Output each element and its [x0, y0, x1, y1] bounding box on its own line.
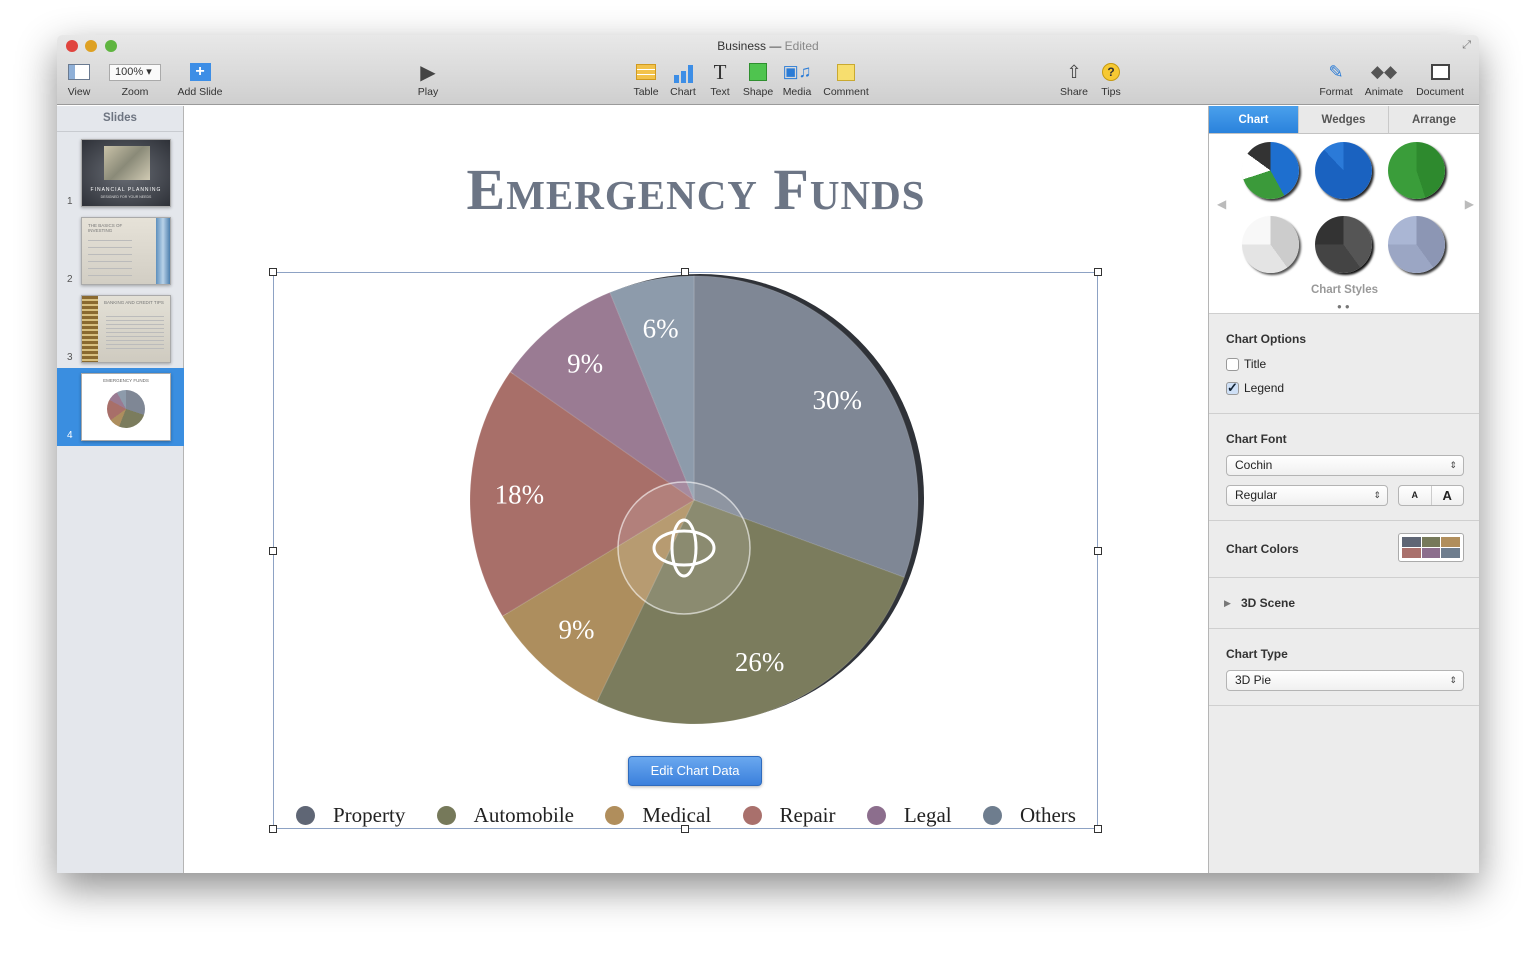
comment-button[interactable]: Comment [816, 61, 876, 98]
plus-icon: + [189, 63, 211, 81]
color-swatch [1402, 548, 1421, 558]
chart-style-4[interactable] [1242, 216, 1299, 273]
legend-label: Legal [903, 803, 952, 827]
chart-style-6[interactable] [1388, 216, 1445, 273]
slides-header: Slides [57, 106, 183, 132]
slide-thumbnail-3[interactable]: Banking and Credit Tips [81, 295, 171, 363]
title-checkbox[interactable] [1226, 358, 1239, 371]
legend-swatch [742, 806, 762, 825]
resize-handle[interactable] [269, 268, 277, 276]
chart-style-1[interactable] [1242, 142, 1299, 199]
chart-colors-section: Chart Colors [1209, 521, 1479, 578]
legend-label: Property [333, 803, 406, 827]
legend-checkbox[interactable]: ✓ [1226, 381, 1239, 395]
previous-arrow-icon[interactable]: ◀ [1217, 197, 1226, 211]
resize-handle[interactable] [269, 547, 277, 555]
data-label: 26% [735, 647, 785, 677]
chart-options-section: Chart Options Title ✓ Legend [1209, 315, 1479, 414]
resize-handle[interactable] [1094, 268, 1102, 276]
resize-handle[interactable] [269, 825, 277, 833]
chart-style-5[interactable] [1315, 216, 1372, 273]
legend-label: Medical [642, 803, 712, 827]
color-swatch [1421, 537, 1441, 547]
chart-type-select[interactable]: 3D Pie ⇕ [1226, 670, 1464, 691]
increase-font-button[interactable]: A [1432, 486, 1464, 505]
data-label: 30% [813, 385, 863, 415]
color-swatch [1421, 548, 1441, 558]
legend-swatch [436, 806, 456, 825]
document-button[interactable]: Document [1410, 61, 1470, 98]
data-label: 9% [559, 614, 595, 644]
legend-item[interactable]: Automobile [436, 803, 574, 828]
slide-thumbnail-4[interactable]: Emergency Funds [81, 373, 171, 441]
toolbar: Business — Edited ⤢ View 100% ▾ Zoom + Add… [57, 35, 1479, 105]
window-title: Business — Edited [717, 39, 819, 53]
resize-handle[interactable] [1094, 547, 1102, 555]
disclosure-triangle-icon[interactable]: ▶ [1224, 598, 1231, 609]
legend-label: Automobile [473, 803, 574, 827]
data-label: 18% [495, 479, 544, 509]
resize-handle[interactable] [1094, 825, 1102, 833]
color-swatch [1402, 537, 1421, 547]
question-icon: ? [1102, 63, 1120, 81]
color-swatch [1441, 537, 1460, 547]
legend-item[interactable]: Others [982, 803, 1076, 828]
legend-swatch [982, 806, 1002, 825]
tips-button[interactable]: ? Tips [1081, 61, 1141, 98]
chart-colors-swatch[interactable] [1398, 533, 1464, 562]
data-label: 6% [643, 314, 679, 344]
shape-icon [749, 63, 767, 81]
rotate-3d-control[interactable] [617, 481, 751, 615]
data-label: 9% [567, 348, 603, 378]
view-button[interactable]: View [57, 61, 109, 98]
legend-item[interactable]: Medical [605, 803, 711, 828]
comment-icon [837, 63, 855, 81]
tab-arrange[interactable]: Arrange [1389, 106, 1479, 134]
slide-thumbnail-1[interactable]: Financial Planning Designed for your nee… [81, 139, 171, 207]
font-style-select[interactable]: Regular ⇕ [1226, 485, 1388, 506]
chart-style-2[interactable] [1315, 142, 1372, 199]
fullscreen-icon[interactable]: ⤢ [1462, 39, 1471, 52]
slide-canvas[interactable]: Emergency Funds 30% 26% 9% 18% 9% 6% Edit Cha… [184, 106, 1208, 873]
legend-item[interactable]: Property [296, 803, 405, 828]
inspector-panel: Chart Wedges Arrange ◀ ▶ Chart Styles ●●… [1208, 106, 1479, 873]
legend-swatch [296, 806, 315, 825]
play-icon: ▶ [420, 61, 436, 84]
chart-type-section: Chart Type 3D Pie ⇕ [1209, 629, 1479, 706]
edit-chart-data-button[interactable]: Edit Chart Data [628, 756, 762, 786]
tab-chart[interactable]: Chart [1209, 106, 1299, 134]
legend-swatch [605, 806, 625, 825]
legend-label: Repair [779, 803, 836, 827]
chart-styles-label: Chart Styles [1310, 284, 1379, 296]
chart-font-section: Chart Font Cochin ⇕ Regular ⇕ A A [1209, 414, 1479, 521]
next-arrow-icon[interactable]: ▶ [1465, 197, 1474, 211]
slide-thumbnail-2[interactable]: The Basics of Investing [81, 217, 171, 285]
legend-swatch [866, 806, 886, 825]
view-icon [68, 64, 90, 80]
add-slide-button[interactable]: + Add Slide [170, 61, 230, 98]
keynote-window: Business — Edited ⤢ View 100% ▾ Zoom + Add… [57, 35, 1479, 873]
color-swatch [1441, 548, 1460, 558]
slide-navigator: Slides Financial Planning Designed for y… [57, 106, 184, 873]
play-button[interactable]: ▶ Play [398, 61, 458, 99]
legend-item[interactable]: Legal [866, 803, 952, 828]
3d-scene-section[interactable]: ▶ 3D Scene [1209, 578, 1479, 629]
document-icon [1430, 64, 1450, 80]
zoom-select[interactable]: 100% ▾ [109, 63, 161, 81]
font-family-select[interactable]: Cochin ⇕ [1226, 455, 1464, 476]
legend-item[interactable]: Repair [742, 803, 836, 828]
animate-icon: ◆◆ [1370, 62, 1398, 81]
zoom-control[interactable]: 100% ▾ Zoom [105, 61, 165, 98]
font-size-buttons: A A [1398, 485, 1464, 506]
chart-styles: ◀ ▶ Chart Styles ●● [1209, 134, 1479, 314]
chart-style-3[interactable] [1388, 142, 1445, 199]
animate-button[interactable]: ◆◆ Animate [1354, 61, 1414, 98]
tab-wedges[interactable]: Wedges [1299, 106, 1389, 134]
resize-handle[interactable] [681, 268, 689, 276]
chart-legend[interactable]: Property Automobile Medical Repair Legal Othe… [296, 803, 1076, 828]
legend-label: Others [1019, 803, 1076, 827]
page-dots[interactable]: ●● [1337, 302, 1353, 311]
decrease-font-button[interactable]: A [1399, 486, 1432, 505]
